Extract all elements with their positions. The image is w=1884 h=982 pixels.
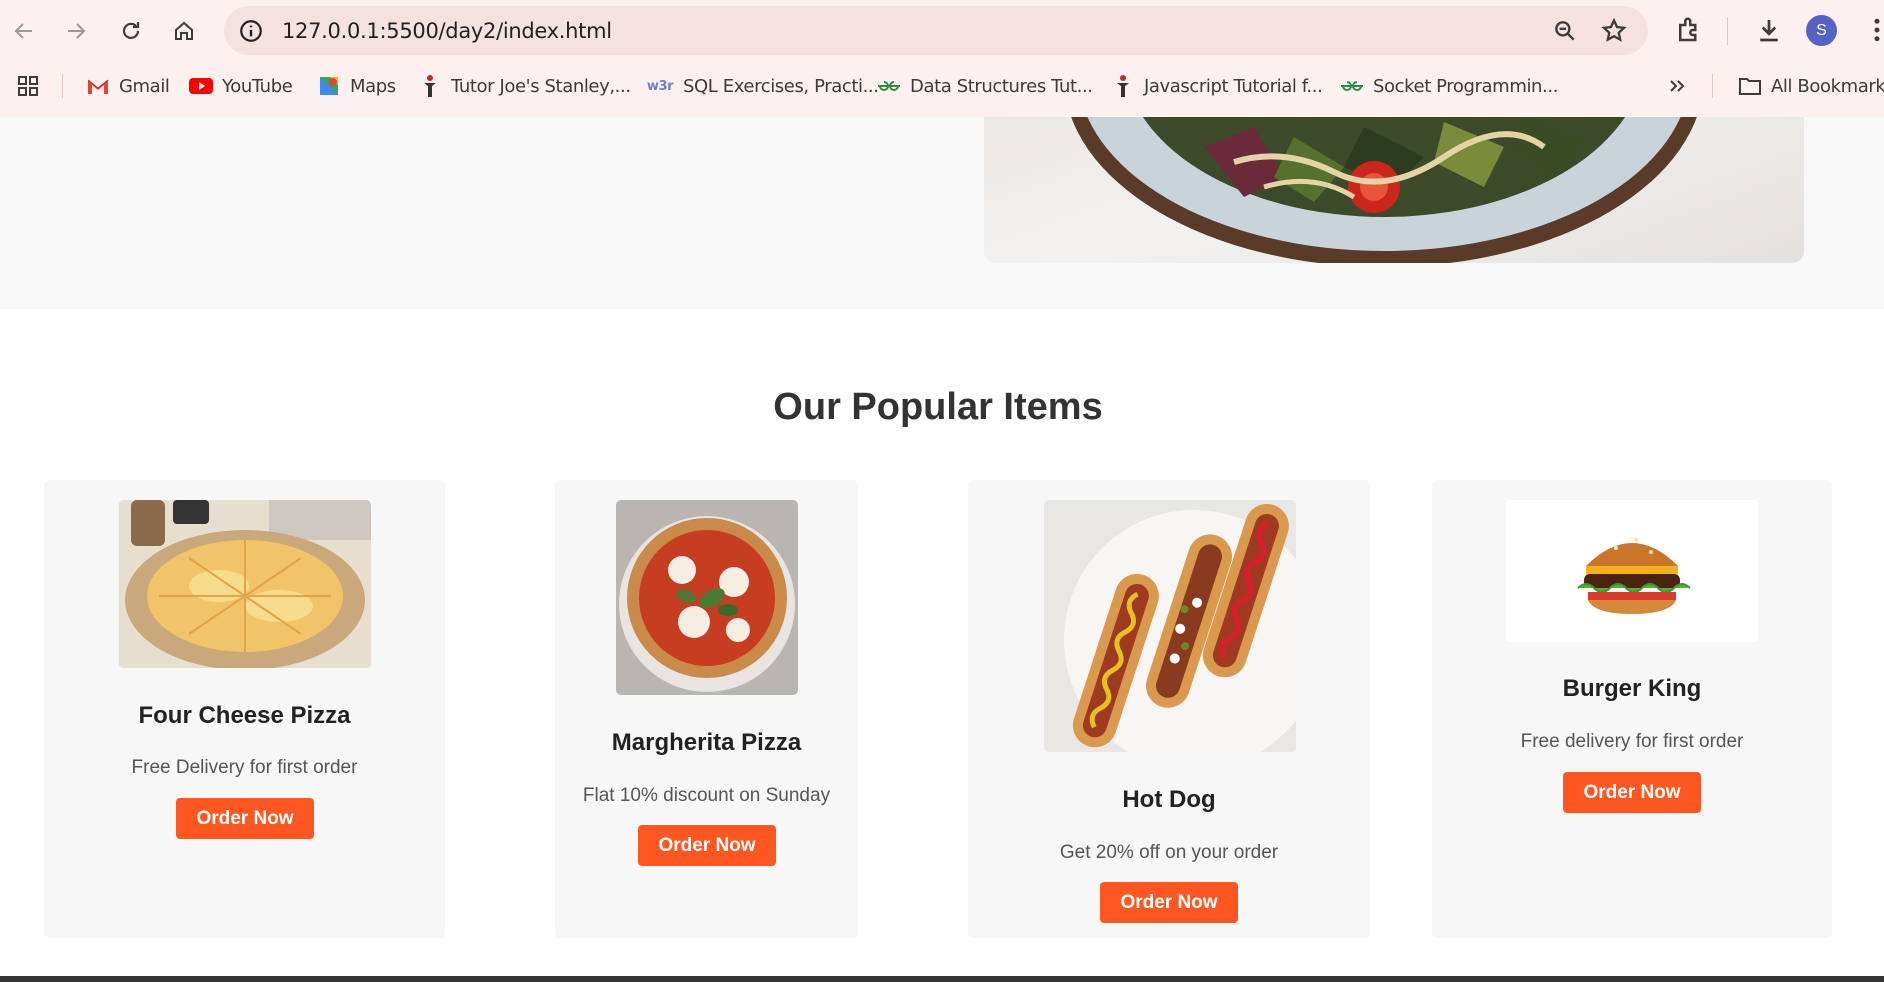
url-text[interactable]: 127.0.0.1:5500/day2/index.html: [282, 19, 612, 43]
item-description: Free Delivery for first order: [131, 757, 358, 778]
four-cheese-pizza-image: [119, 500, 371, 668]
browser-chrome: 127.0.0.1:5500/day2/index.html S Gmail Y…: [0, 0, 1884, 117]
item-card-four-cheese-pizza: Four Cheese Pizza Free Delivery for firs…: [44, 480, 445, 938]
bookmark-label: SQL Exercises, Practi...: [683, 75, 879, 97]
w3r-icon: w3r: [646, 78, 674, 94]
all-bookmarks-label: All Bookmarks: [1771, 75, 1884, 97]
order-now-button[interactable]: Order Now: [1100, 882, 1238, 923]
bookmark-label: Data Structures Tut...: [910, 75, 1093, 97]
bookmarks-bar: Gmail YouTube Maps Tutor Joe's Stanley,.…: [0, 68, 1884, 104]
bookmark-star-icon[interactable]: [1600, 17, 1628, 45]
tutorjoes-icon: [1111, 74, 1135, 98]
gmail-icon: [86, 74, 110, 98]
bookmark-youtube[interactable]: YouTube: [189, 72, 293, 100]
item-description: Free delivery for first order: [1520, 731, 1744, 752]
margherita-pizza-image: [616, 500, 798, 695]
bookmark-label: Gmail: [119, 75, 170, 97]
hero-salad-image: [984, 117, 1804, 263]
bookmark-gmail[interactable]: Gmail: [86, 72, 170, 100]
item-name: Burger King: [1562, 675, 1702, 702]
item-description: Get 20% off on your order: [1059, 842, 1279, 863]
toolbar-divider: [1727, 17, 1728, 45]
apps-icon[interactable]: [16, 72, 40, 100]
menu-icon[interactable]: [1862, 15, 1884, 45]
item-name: Hot Dog: [1122, 786, 1216, 813]
zoom-icon[interactable]: [1552, 18, 1578, 44]
tutorjoes-icon: [418, 74, 442, 98]
item-card-hot-dog: Hot Dog Get 20% off on your order Order …: [968, 480, 1370, 938]
bookmark-data-structures[interactable]: Data Structures Tut...: [877, 72, 1093, 100]
all-bookmarks[interactable]: All Bookmarks: [1738, 72, 1884, 100]
order-now-button[interactable]: Order Now: [638, 825, 776, 866]
item-name: Four Cheese Pizza: [138, 702, 351, 729]
avatar[interactable]: S: [1806, 15, 1837, 46]
back-icon[interactable]: [9, 16, 39, 46]
bookmarks-divider: [62, 74, 63, 98]
bookmark-label: Socket Programmin...: [1373, 75, 1559, 97]
bookmark-label: Tutor Joe's Stanley,...: [451, 75, 631, 97]
site-info-icon[interactable]: [238, 18, 264, 44]
item-card-burger-king: Burger King Free delivery for first orde…: [1432, 480, 1832, 938]
item-description: Flat 10% discount on Sunday: [582, 785, 831, 806]
maps-icon: [317, 74, 341, 98]
bookmark-sql-exercises[interactable]: w3r SQL Exercises, Practi...: [646, 72, 879, 100]
extensions-icon[interactable]: [1674, 15, 1704, 45]
bookmark-socket[interactable]: Socket Programmin...: [1340, 72, 1558, 100]
section-title: Our Popular Items: [773, 386, 1103, 428]
home-icon[interactable]: [169, 16, 199, 46]
footer-edge: [0, 976, 1884, 982]
item-name: Margherita Pizza: [611, 729, 802, 756]
order-now-button[interactable]: Order Now: [176, 798, 314, 839]
address-bar[interactable]: 127.0.0.1:5500/day2/index.html: [224, 6, 1648, 55]
gfg-icon: [877, 74, 901, 98]
folder-icon: [1738, 74, 1762, 98]
hot-dog-image: [1044, 500, 1296, 752]
bookmarks-divider: [1712, 74, 1713, 98]
more-bookmarks-icon[interactable]: [1668, 72, 1686, 100]
order-now-button[interactable]: Order Now: [1563, 772, 1701, 813]
gfg-icon: [1340, 74, 1364, 98]
bookmark-maps[interactable]: Maps: [317, 72, 396, 100]
download-icon[interactable]: [1754, 15, 1784, 45]
forward-icon[interactable]: [61, 16, 91, 46]
bookmark-javascript[interactable]: Javascript Tutorial f...: [1111, 72, 1323, 100]
youtube-icon: [189, 74, 213, 98]
bookmark-label: YouTube: [222, 75, 293, 97]
browser-toolbar: 127.0.0.1:5500/day2/index.html S: [0, 0, 1884, 62]
burger-image: [1506, 500, 1758, 642]
bookmark-label: Maps: [350, 75, 396, 97]
bookmark-label: Javascript Tutorial f...: [1144, 75, 1323, 97]
bookmark-tutorjoes[interactable]: Tutor Joe's Stanley,...: [418, 72, 631, 100]
item-card-margherita-pizza: Margherita Pizza Flat 10% discount on Su…: [555, 480, 858, 938]
reload-icon[interactable]: [116, 16, 146, 46]
